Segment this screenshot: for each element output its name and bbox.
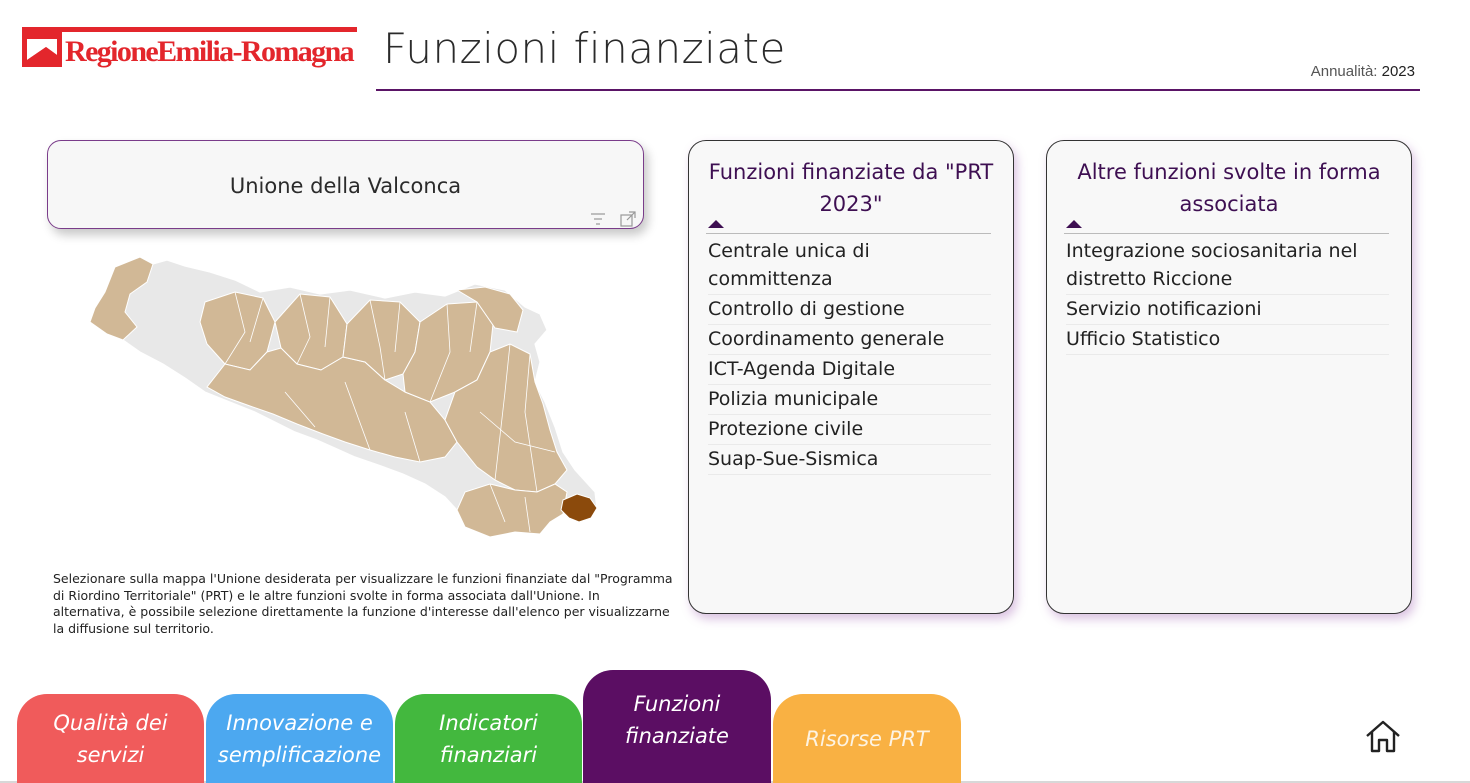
tab-innovazione[interactable]: Innovazione e semplificazione <box>206 694 393 783</box>
page-title: Funzioni finanziate <box>383 24 786 73</box>
expand-icon[interactable] <box>619 210 637 228</box>
list-item[interactable]: Centrale unica di committenza <box>708 237 991 295</box>
map-union-south[interactable] <box>456 483 568 538</box>
list-item[interactable]: Suap-Sue-Sismica <box>708 445 991 475</box>
filter-icon[interactable] <box>589 210 607 228</box>
tab-risorse-prt[interactable]: Risorse PRT <box>773 694 961 783</box>
year-label: Annualità: <box>1310 63 1382 80</box>
union-card[interactable]: Unione della Valconca <box>47 140 644 229</box>
list-item[interactable]: Integrazione sociosanitaria nel distrett… <box>1066 237 1389 295</box>
prt-panel-title: Funzioni finanziate da "PRT 2023" <box>708 160 994 216</box>
list-item[interactable]: Protezione civile <box>708 415 991 445</box>
prt-functions-list: Centrale unica di committenza Controllo … <box>708 237 991 475</box>
other-functions-panel: Altre funzioni svolte in forma associata… <box>1046 140 1412 614</box>
list-item[interactable]: Polizia municipale <box>708 385 991 415</box>
sort-ascending-icon[interactable] <box>708 220 724 228</box>
logo-bar <box>62 27 357 32</box>
other-panel-title: Altre funzioni svolte in forma associata <box>1077 160 1381 216</box>
prt-functions-panel: Funzioni finanziate da "PRT 2023" Centra… <box>688 140 1014 614</box>
region-map[interactable] <box>85 252 655 542</box>
title-underline <box>376 89 1420 91</box>
list-item[interactable]: Ufficio Statistico <box>1066 325 1389 355</box>
list-item[interactable]: Servizio notificazioni <box>1066 295 1389 325</box>
logo-text: RegioneEmilia-Romagna <box>65 35 355 68</box>
logo-mark <box>22 27 62 67</box>
year-filter[interactable]: Annualità: 2023 <box>1311 63 1415 80</box>
sort-ascending-icon[interactable] <box>1066 220 1082 228</box>
tab-qualita-servizi[interactable]: Qualità dei servizi <box>17 694 204 783</box>
union-name: Unione della Valconca <box>229 174 462 198</box>
home-icon[interactable] <box>1363 718 1403 754</box>
year-value: 2023 <box>1381 63 1415 80</box>
list-item[interactable]: ICT-Agenda Digitale <box>708 355 991 385</box>
panel-divider <box>1064 233 1389 234</box>
other-functions-list: Integrazione sociosanitaria nel distrett… <box>1066 237 1389 355</box>
list-item[interactable]: Coordinamento generale <box>708 325 991 355</box>
instructions-text: Selezionare sulla mappa l'Unione desider… <box>53 571 673 636</box>
panel-divider <box>706 233 991 234</box>
region-logo: RegioneEmilia-Romagna <box>22 27 357 73</box>
list-item[interactable]: Controllo di gestione <box>708 295 991 325</box>
tab-indicatori-finanziari[interactable]: Indicatori finanziari <box>395 694 582 783</box>
tab-funzioni-finanziate-active[interactable]: Funzioni finanziate <box>583 670 771 783</box>
